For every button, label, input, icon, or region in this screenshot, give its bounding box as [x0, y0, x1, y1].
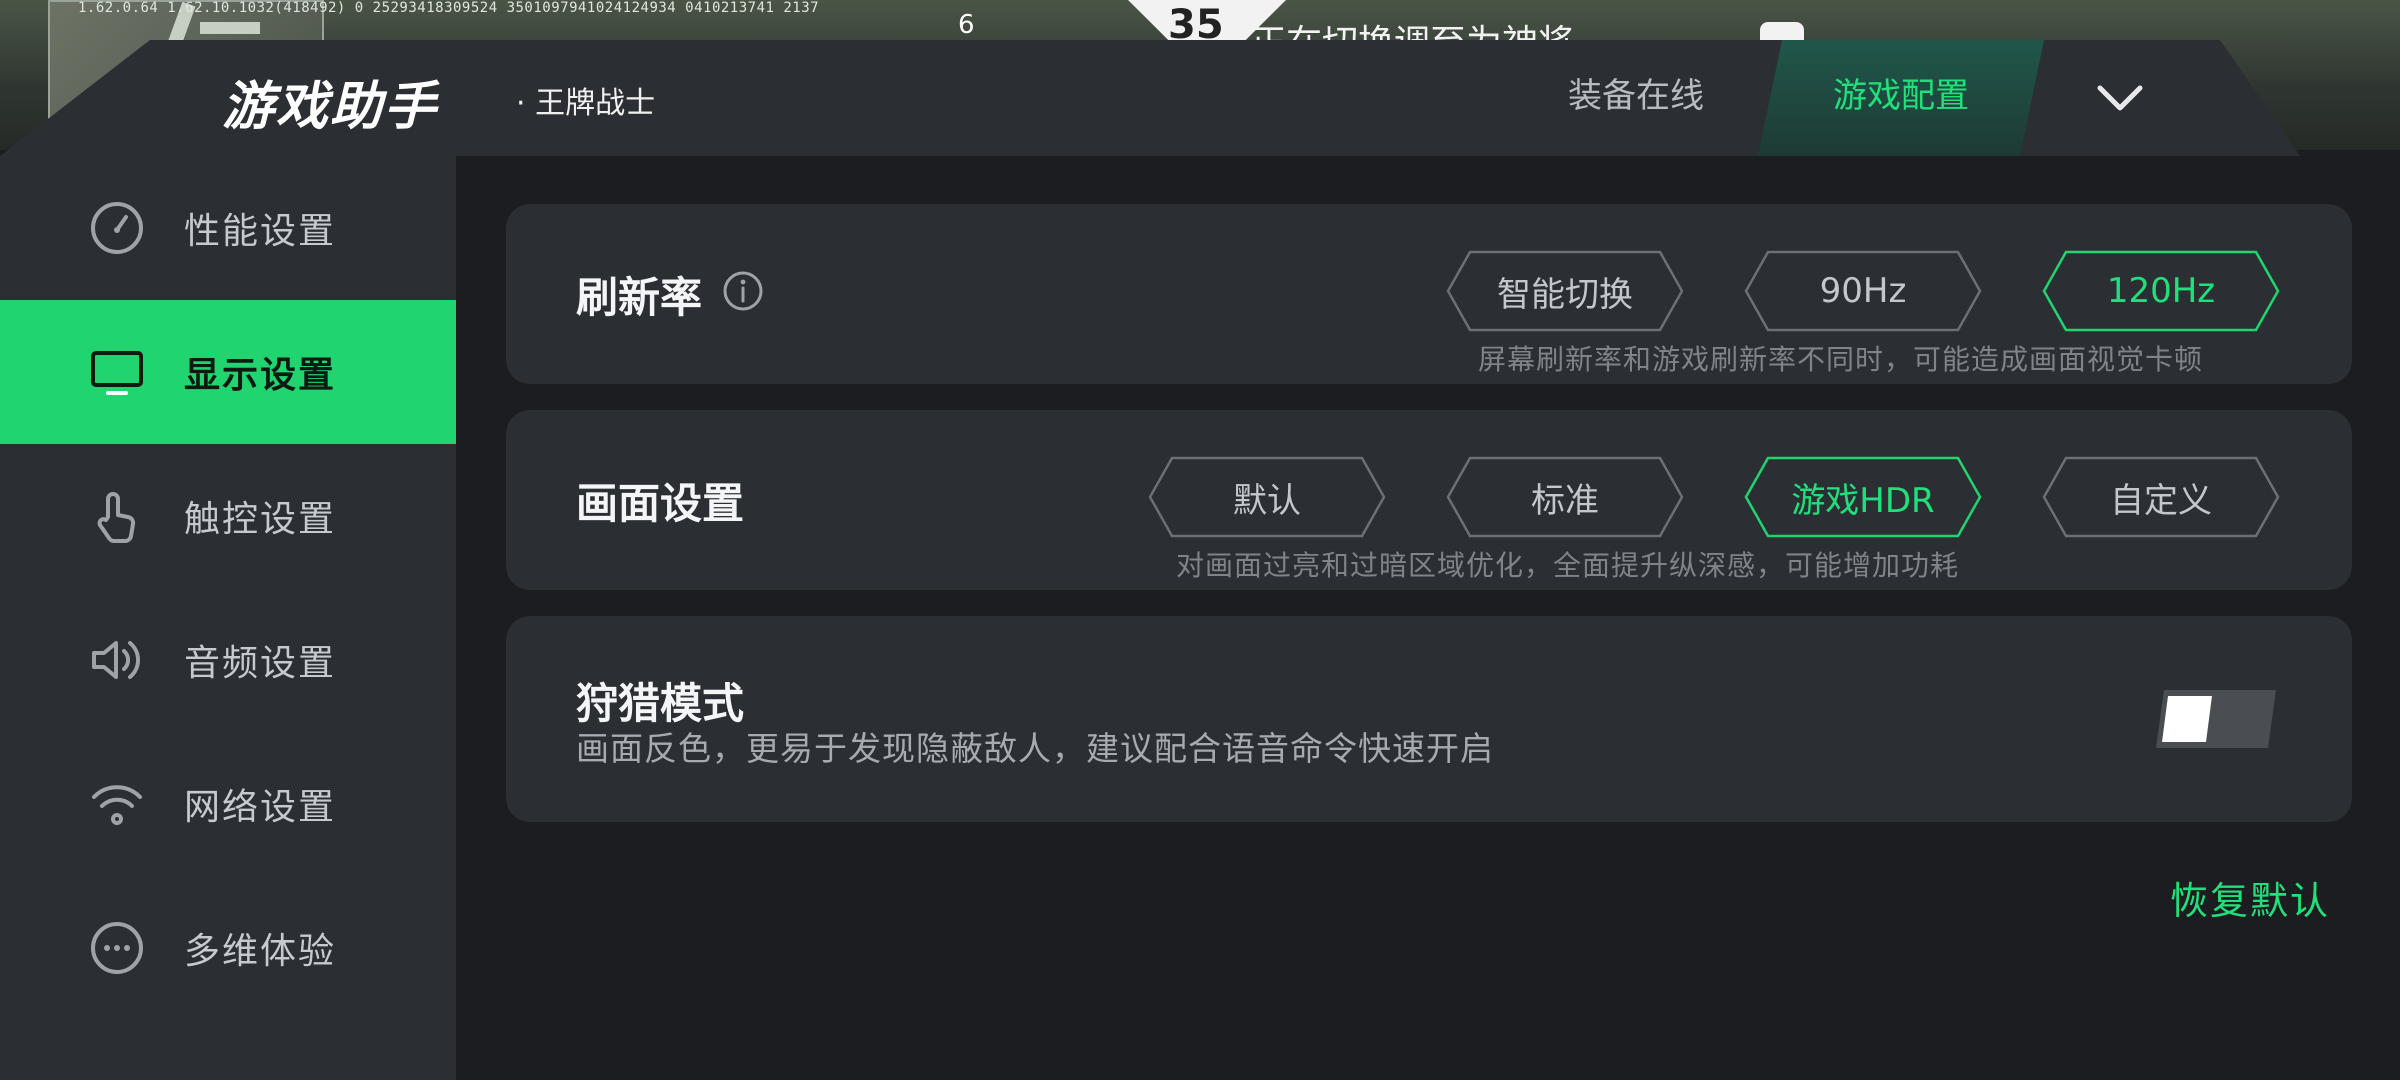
chevron-down-icon[interactable]	[2090, 76, 2150, 120]
option-label: 游戏HDR	[1791, 480, 1935, 521]
speedometer-icon	[91, 202, 143, 254]
refresh-option-smart[interactable]: 智能切换	[1446, 250, 1684, 332]
sidebar-item-label: 性能设置	[184, 211, 337, 252]
wifi-icon	[92, 785, 142, 825]
sidebar: 性能设置 显示设置 触控设置 音频设置 网络设置 多维体验	[0, 156, 456, 1080]
picture-option-default[interactable]: 默认	[1148, 456, 1386, 538]
picture-settings-card: 画面设置 默认 标准 游戏HDR 自定义 对画面过亮和过暗区域优化，全面提升纵深…	[506, 410, 2352, 590]
option-label: 120Hz	[2106, 271, 2216, 311]
refresh-option-90hz[interactable]: 90Hz	[1744, 250, 1982, 332]
option-label: 标准	[1531, 480, 1599, 521]
tab-game-config[interactable]: 游戏配置	[1758, 40, 2044, 156]
monitor-icon	[91, 351, 143, 395]
sidebar-item-label: 音频设置	[184, 643, 337, 684]
picture-option-game-hdr[interactable]: 游戏HDR	[1744, 456, 1982, 538]
sidebar-item-touch[interactable]: 触控设置	[0, 444, 456, 588]
option-label: 自定义	[2110, 480, 2212, 521]
option-label: 90Hz	[1819, 271, 1907, 311]
touch-icon	[97, 492, 136, 543]
game-name: · 王牌战士	[516, 86, 656, 121]
debug-text: 1.62.0.64 1.62.10.1032(418492) 0 2529341…	[78, 0, 820, 16]
brand-logo: 游戏助手	[222, 77, 439, 137]
more-icon	[91, 922, 143, 974]
sidebar-item-audio[interactable]: 音频设置	[0, 588, 456, 732]
option-label: 智能切换	[1497, 274, 1633, 315]
sidebar-item-label: 触控设置	[184, 499, 337, 540]
picture-settings-hint: 对画面过亮和过暗区域优化，全面提升纵深感，可能增加功耗	[1176, 549, 1960, 582]
sidebar-item-label: 显示设置	[184, 355, 337, 396]
refresh-rate-card: 刷新率 智能切换 90Hz 120Hz 屏幕刷新率和游戏刷新率不同时，可能造成画…	[506, 204, 2352, 384]
restore-default-button[interactable]: 恢复默认	[2170, 870, 2330, 925]
kill-count: 6	[958, 10, 975, 40]
tab-equipment-online[interactable]: 装备在线	[1540, 40, 1732, 156]
speaker-icon	[92, 641, 141, 679]
picture-option-standard[interactable]: 标准	[1446, 456, 1684, 538]
sidebar-item-display[interactable]: 显示设置	[0, 300, 456, 444]
sidebar-item-multi-experience[interactable]: 多维体验	[0, 876, 456, 1020]
option-label: 默认	[1233, 480, 1301, 521]
sidebar-item-performance[interactable]: 性能设置	[0, 156, 456, 300]
picture-settings-title: 画面设置	[576, 479, 745, 528]
hunt-mode-description: 画面反色，更易于发现隐蔽敌人，建议配合语音命令快速开启	[576, 729, 1494, 768]
refresh-option-120hz[interactable]: 120Hz	[2042, 250, 2280, 332]
sidebar-item-label: 多维体验	[184, 931, 337, 972]
refresh-rate-title: 刷新率	[576, 273, 703, 322]
info-icon[interactable]	[722, 270, 764, 312]
refresh-rate-hint: 屏幕刷新率和游戏刷新率不同时，可能造成画面视觉卡顿	[1478, 343, 2204, 376]
sidebar-item-network[interactable]: 网络设置	[0, 732, 456, 876]
picture-option-custom[interactable]: 自定义	[2042, 456, 2280, 538]
hunt-mode-card: 狩猎模式 画面反色，更易于发现隐蔽敌人，建议配合语音命令快速开启	[506, 616, 2352, 822]
hunt-mode-toggle[interactable]	[2156, 690, 2276, 748]
sidebar-item-label: 网络设置	[184, 787, 337, 828]
